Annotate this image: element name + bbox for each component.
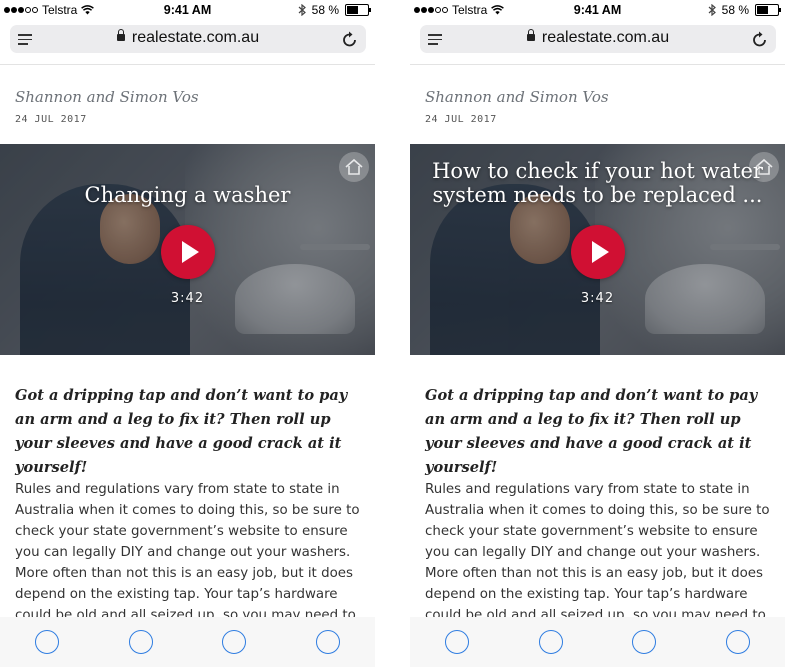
address-bar[interactable]: realestate.com.au <box>420 25 776 53</box>
url-text: realestate.com.au <box>131 29 260 46</box>
toolbar-button-2[interactable] <box>129 630 153 654</box>
reload-icon[interactable] <box>342 30 358 48</box>
bluetooth-icon <box>298 4 306 16</box>
toolbar-button-1[interactable] <box>35 630 59 654</box>
video-title: How to check if your hot water system ne… <box>432 159 763 207</box>
status-bar: Telstra 9:41 AM 58 % <box>410 0 785 22</box>
toolbar-button-3[interactable] <box>632 630 656 654</box>
divider <box>0 64 375 65</box>
article-date: 24 JUL 2017 <box>425 114 497 125</box>
play-button[interactable] <box>571 225 625 279</box>
address-bar[interactable]: realestate.com.au <box>10 25 366 53</box>
phone-screen-right: Telstra 9:41 AM 58 % realestate.com.au S… <box>410 0 785 667</box>
toolbar-button-3[interactable] <box>222 630 246 654</box>
toolbar-button-4[interactable] <box>726 630 750 654</box>
bluetooth-icon <box>708 4 716 16</box>
article-lede: Got a dripping tap and don’t want to pay… <box>425 387 758 476</box>
divider <box>410 64 785 65</box>
toolbar-button-4[interactable] <box>316 630 340 654</box>
status-bar: Telstra 9:41 AM 58 % <box>0 0 375 22</box>
bottom-toolbar <box>0 617 375 667</box>
home-icon[interactable] <box>339 152 369 182</box>
battery-icon <box>345 4 371 16</box>
battery-icon <box>755 4 781 16</box>
phone-screen-left: Telstra 9:41 AM 58 % realestate.com.au S… <box>0 0 375 667</box>
video-player[interactable]: How to check if your hot water system ne… <box>410 144 785 355</box>
play-button[interactable] <box>161 225 215 279</box>
reload-icon[interactable] <box>752 30 768 48</box>
video-duration: 3:42 <box>170 291 205 306</box>
toolbar-button-2[interactable] <box>539 630 563 654</box>
toolbar-button-1[interactable] <box>445 630 469 654</box>
video-player[interactable]: Changing a washer 3:42 <box>0 144 375 355</box>
article-author[interactable]: Shannon and Simon Vos <box>425 88 609 106</box>
article-date: 24 JUL 2017 <box>15 114 87 125</box>
url-text: realestate.com.au <box>541 29 670 46</box>
battery-percent: 58 % <box>721 3 749 17</box>
article-author[interactable]: Shannon and Simon Vos <box>15 88 199 106</box>
video-title: Changing a washer <box>84 183 291 207</box>
bottom-toolbar <box>410 617 785 667</box>
article-lede: Got a dripping tap and don’t want to pay… <box>15 387 348 476</box>
lock-icon <box>116 29 125 41</box>
battery-percent: 58 % <box>311 3 339 17</box>
lock-icon <box>526 29 535 41</box>
video-duration: 3:42 <box>580 291 615 306</box>
